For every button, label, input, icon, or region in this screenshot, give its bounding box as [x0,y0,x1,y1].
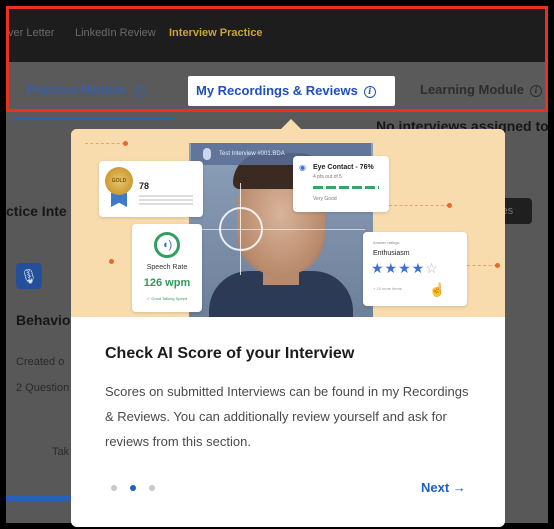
info-icon[interactable]: i [132,85,145,97]
recording-label: Test Interview #001.BDA [219,151,285,157]
decor-dot [123,141,128,146]
eye-contact-bar [313,186,379,189]
ribbon-icon [111,193,127,207]
nav-tab-interview-practice[interactable]: Interview Practice [169,27,263,39]
hand-cursor-icon: ☝ [429,282,446,297]
score-value: 78 [139,181,150,191]
score-card: GOLD 78 [99,161,203,217]
popup-title: Check AI Score of your Interview [105,345,355,362]
decor-dot [495,263,500,268]
medal-icon: GOLD [105,167,133,195]
popup-description: Scores on submitted Interviews can be fo… [105,384,469,449]
speech-rate-value: 126 wpm [143,277,191,289]
eye-contact-card: ◉ Eye Contact - 76% 4 pts out of 5 Very … [293,156,389,212]
info-icon[interactable]: i [363,86,376,98]
filled-stars-icon: ★★★★ [371,260,426,276]
interview-card-title: Behavior [16,312,76,328]
onboarding-popup: Test Interview #001.BDA GOLD 78 ◉ Eye Co… [71,129,505,527]
medal-label: GOLD [111,178,127,184]
eye-contact-sub: 4 pts out of 5 [313,174,342,180]
eye-contact-foot: Very Good [313,196,337,202]
decor-dot [447,203,452,208]
info-icon[interactable]: i [530,85,542,97]
empty-star-icon: ☆ [425,260,439,276]
top-nav: ver Letter LinkedIn Review Interview Pra… [6,6,548,62]
score-details [139,195,193,205]
decor-dash [467,265,497,266]
module-tab-bar: Practice Module i My Recordings & Reviews… [6,62,548,120]
tab-my-recordings-reviews[interactable]: My Recordings & Reviews i [188,76,395,106]
mic-icon [203,148,211,160]
nav-tab-cover-letter[interactable]: ver Letter [8,27,54,39]
tab-learning-module[interactable]: Learning Module i [420,82,542,97]
interview-questions: 2 Question [16,382,70,394]
tab-learning-label: Learning Module [420,82,524,97]
eye-icon: ◉ [299,163,306,172]
speech-rate-note: ✓ Good Talking Speed [146,296,188,301]
pagination-dot-active[interactable] [130,485,136,491]
popup-pointer [281,119,301,129]
enthusiasm-header: Answer ratings [373,240,400,245]
popup-illustration: Test Interview #001.BDA GOLD 78 ◉ Eye Co… [71,129,505,317]
speech-rate-label: Speech Rate [146,264,188,271]
speech-rate-card: ◖) Speech Rate 126 wpm ✓ Good Talking Sp… [132,224,202,312]
section-title: ctice Inte [6,203,67,219]
next-button[interactable]: Next → [421,480,466,495]
decor-dash [85,143,125,144]
decor-dash [389,205,449,206]
take-button[interactable]: Tak [52,446,69,458]
enthusiasm-title: Enthusiasm [373,250,410,257]
tab-practice-module[interactable]: Practice Module i [27,82,145,97]
star-rating: ★★★★☆ [371,260,439,277]
tab-recordings-label: My Recordings & Reviews [196,83,358,98]
pagination-dot[interactable] [149,485,155,491]
face-tracking-circle [219,207,263,251]
microphone-icon: 🎙 [16,263,42,289]
nav-tab-linkedin-review[interactable]: LinkedIn Review [75,27,156,39]
pagination-dot[interactable] [111,485,117,491]
eye-contact-title: Eye Contact - 76% [313,164,374,171]
enthusiasm-card: Answer ratings Enthusiasm ★★★★☆ + 15 mor… [363,232,467,306]
enthusiasm-foot: + 15 more items [373,286,402,291]
tab-practice-label: Practice Module [27,82,127,97]
speaker-icon: ◖) [154,232,180,258]
interview-created: Created o [16,356,65,368]
decor-dot [109,259,114,264]
